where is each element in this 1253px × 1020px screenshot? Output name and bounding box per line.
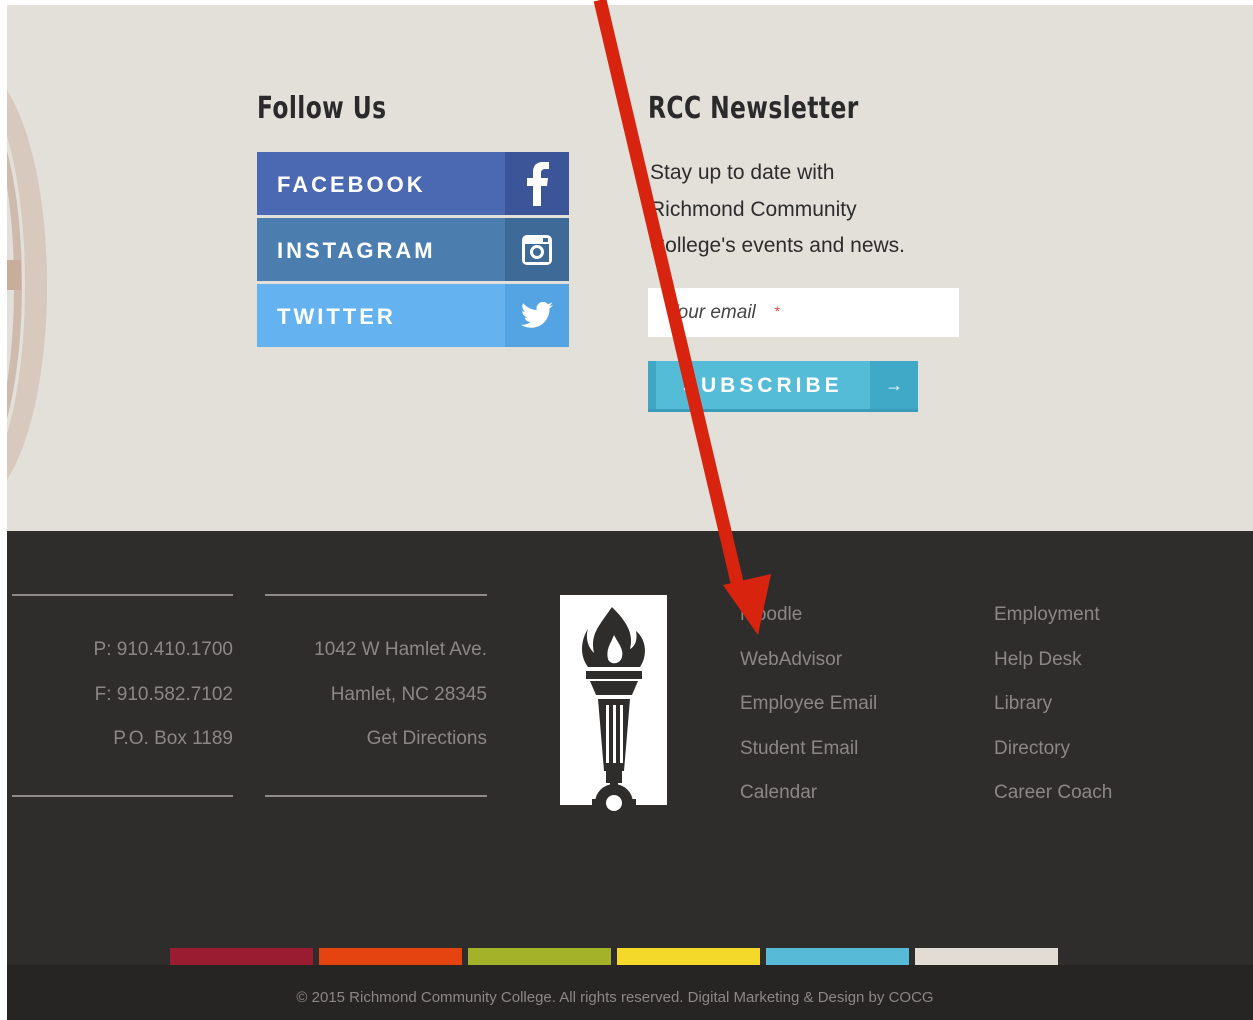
copyright-text: © 2015 Richmond Community College. All r… — [296, 989, 934, 1006]
divider — [265, 594, 487, 596]
help-desk-link[interactable]: Help Desk — [994, 638, 1112, 683]
color-swatch — [319, 948, 462, 965]
social-newsletter-section: Follow Us FACEBOOK INSTAGRAM TWITTER RCC… — [7, 5, 1253, 531]
directory-link[interactable]: Directory — [994, 727, 1112, 772]
calendar-link[interactable]: Calendar — [740, 771, 877, 816]
twitter-icon — [505, 284, 569, 347]
email-input[interactable] — [648, 288, 959, 337]
newsletter-line: Stay up to date with — [650, 161, 835, 184]
employee-email-link[interactable]: Employee Email — [740, 682, 877, 727]
phone-number: P: 910.410.1700 — [93, 639, 233, 660]
newsletter-heading: RCC Newsletter — [648, 91, 859, 126]
fax-number: F: 910.582.7102 — [94, 683, 233, 705]
divider — [12, 795, 233, 797]
site-footer: P: 910.410.1700 F: 910.582.7102 P.O. Box… — [7, 531, 1253, 1020]
contact-info: P: 910.410.1700 F: 910.582.7102 P.O. Box… — [37, 628, 233, 762]
copyright-band: © 2015 Richmond Community College. All r… — [7, 965, 1253, 1020]
facebook-icon — [505, 152, 569, 215]
street-address: 1042 W Hamlet Ave. — [314, 639, 487, 660]
brand-color-bar — [170, 948, 1060, 965]
quick-links-col1: Moodle WebAdvisor Employee Email Student… — [740, 593, 877, 816]
twitter-button[interactable]: TWITTER — [257, 284, 569, 347]
newsletter-line: Richmond Community — [650, 197, 857, 221]
newsletter-line: College's events and news. — [650, 234, 905, 257]
instagram-label: INSTAGRAM — [277, 238, 436, 263]
color-swatch — [617, 948, 760, 965]
twitter-label: TWITTER — [277, 304, 396, 329]
color-swatch — [766, 948, 909, 965]
arrow-right-icon: → — [870, 361, 918, 409]
subscribe-button[interactable]: SUBSCRIBE → — [648, 361, 918, 412]
career-coach-link[interactable]: Career Coach — [994, 771, 1112, 816]
student-email-link[interactable]: Student Email — [740, 727, 877, 772]
newsletter-description: Stay up to date with Richmond Community … — [650, 155, 950, 265]
torch-logo — [560, 595, 667, 825]
follow-us-heading: Follow Us — [257, 91, 387, 126]
instagram-button[interactable]: INSTAGRAM — [257, 218, 569, 281]
facebook-label: FACEBOOK — [277, 172, 426, 197]
required-mark: * — [774, 303, 780, 319]
city-address: Hamlet, NC 28345 — [330, 683, 487, 705]
subscribe-accent — [648, 361, 656, 409]
instagram-icon — [505, 218, 569, 281]
decorative-bar — [7, 260, 21, 290]
address-info: 1042 W Hamlet Ave. Hamlet, NC 28345 Get … — [267, 628, 487, 762]
quick-links-col2: Employment Help Desk Library Directory C… — [994, 593, 1112, 816]
subscribe-label: SUBSCRIBE — [683, 374, 843, 397]
color-swatch — [915, 948, 1058, 965]
po-box: P.O. Box 1189 — [113, 728, 233, 749]
page-frame: Follow Us FACEBOOK INSTAGRAM TWITTER RCC… — [7, 5, 1253, 1020]
divider — [12, 594, 233, 596]
moodle-link[interactable]: Moodle — [740, 593, 877, 638]
webadvisor-link[interactable]: WebAdvisor — [740, 638, 877, 683]
color-swatch — [468, 948, 611, 965]
employment-link[interactable]: Employment — [994, 593, 1112, 638]
facebook-button[interactable]: FACEBOOK — [257, 152, 569, 215]
color-swatch — [170, 948, 313, 965]
get-directions-link[interactable]: Get Directions — [267, 717, 487, 762]
divider — [265, 795, 487, 797]
library-link[interactable]: Library — [994, 682, 1112, 727]
